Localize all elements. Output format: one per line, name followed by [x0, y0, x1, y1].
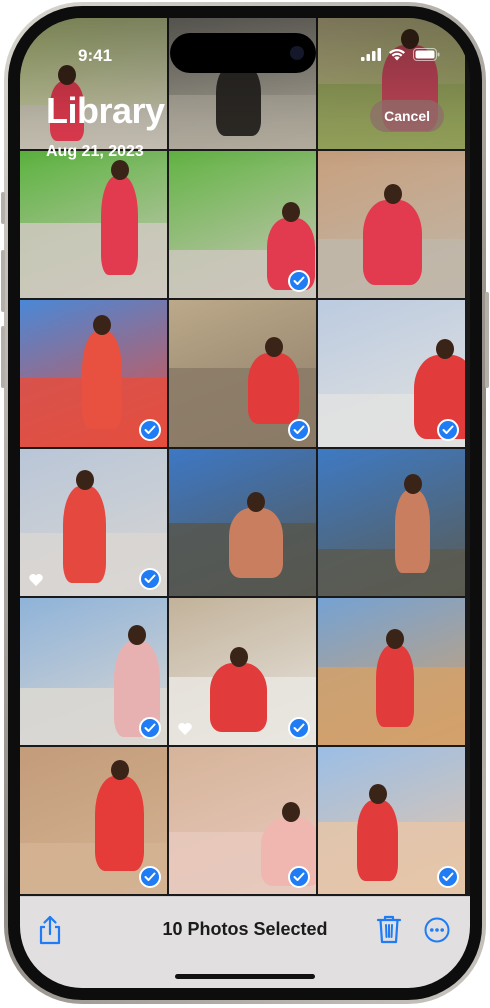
screen: 9:41 Library Aug 21, 2023 Cancel 10 Phot… — [20, 18, 470, 988]
photo-subject-head — [282, 202, 300, 222]
photo-subject-head — [436, 339, 454, 359]
photo-subject-head — [383, 184, 402, 204]
wifi-icon — [389, 49, 405, 61]
photo-thumbnail[interactable] — [20, 300, 167, 447]
more-icon[interactable] — [424, 917, 450, 943]
status-icons — [361, 48, 440, 61]
photo-subject-head — [75, 470, 94, 490]
bottom-toolbar: 10 Photos Selected — [20, 896, 470, 988]
photo-thumbnail[interactable] — [20, 598, 167, 745]
photo-thumbnail[interactable] — [20, 747, 167, 894]
photo-subject — [101, 176, 138, 275]
photo-subject — [210, 663, 267, 732]
checkmark-icon — [288, 866, 310, 888]
photo-thumbnail[interactable] — [169, 747, 316, 894]
checkmark-icon — [288, 270, 310, 292]
photo-subject — [248, 353, 299, 424]
page-title: Library — [46, 90, 165, 131]
photo-thumbnail[interactable] — [20, 151, 167, 298]
photo-thumbnail[interactable] — [318, 598, 465, 745]
photo-thumbnail[interactable] — [169, 151, 316, 298]
phone-frame: 9:41 Library Aug 21, 2023 Cancel 10 Phot… — [1, 2, 489, 1004]
date-label: Aug 21, 2023 — [46, 143, 144, 160]
selection-count-label: 10 Photos Selected — [162, 919, 328, 939]
checkmark-icon — [139, 717, 161, 739]
photo-subject — [376, 645, 414, 727]
checkmark-icon — [139, 866, 161, 888]
action-button — [1, 192, 5, 224]
photo-subject — [357, 800, 398, 881]
checkmark-icon — [437, 419, 459, 441]
photo-subject — [95, 776, 144, 871]
photo-thumbnail[interactable] — [318, 300, 465, 447]
power-button — [485, 292, 489, 388]
photo-thumbnail[interactable] — [169, 598, 316, 745]
photo-thumbnail[interactable] — [169, 300, 316, 447]
checkmark-icon — [288, 419, 310, 441]
home-indicator — [175, 974, 315, 979]
photo-thumbnail[interactable] — [169, 449, 316, 596]
photo-subject-head — [264, 337, 283, 357]
photo-subject — [395, 490, 430, 573]
photo-thumbnail[interactable] — [318, 151, 465, 298]
heart-icon — [29, 574, 43, 586]
photo-subject-head — [93, 315, 111, 335]
photo-subject-head — [368, 784, 387, 804]
camera-icon — [290, 46, 304, 60]
heart-icon — [178, 723, 192, 735]
checkmark-icon — [288, 717, 310, 739]
photo-subject-head — [229, 647, 248, 667]
photo-subject-head — [247, 492, 265, 512]
dynamic-island — [170, 33, 316, 73]
trash-icon[interactable] — [376, 914, 402, 944]
checkmark-icon — [139, 568, 161, 590]
volume-up-button — [1, 250, 5, 312]
photo-thumbnail[interactable] — [318, 747, 465, 894]
photo-subject-head — [386, 629, 404, 649]
checkmark-icon — [139, 419, 161, 441]
photo-subject — [363, 200, 422, 285]
signal-icon — [361, 48, 381, 61]
photo-subject — [82, 331, 122, 429]
status-time: 9:41 — [78, 46, 113, 65]
checkmark-icon — [437, 866, 459, 888]
cancel-button[interactable]: Cancel — [370, 100, 444, 132]
photo-subject — [229, 508, 283, 578]
photo-subject — [63, 486, 106, 583]
volume-down-button — [1, 326, 5, 388]
photo-subject-head — [403, 474, 422, 494]
photo-ground — [20, 223, 167, 298]
photo-thumbnail[interactable] — [318, 449, 465, 596]
photo-subject-head — [128, 625, 146, 645]
battery-icon — [413, 48, 440, 61]
photo-ground — [318, 548, 465, 596]
photo-subject-head — [110, 760, 129, 780]
photo-subject-head — [282, 802, 300, 822]
photo-thumbnail[interactable] — [20, 449, 167, 596]
